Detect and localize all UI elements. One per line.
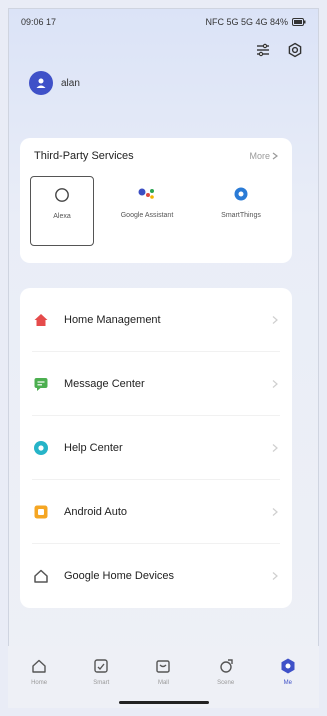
service-label: Alexa bbox=[53, 213, 71, 220]
services-title: Third-Party Services bbox=[34, 150, 134, 162]
menu-item-home-management[interactable]: Home Management bbox=[32, 288, 280, 352]
alexa-icon bbox=[52, 185, 72, 205]
mall-nav-icon bbox=[153, 656, 173, 676]
menu-card: Home Management Message Center Help Cent… bbox=[20, 288, 292, 608]
more-label: More bbox=[249, 151, 270, 161]
service-alexa[interactable]: Alexa bbox=[30, 176, 94, 246]
service-google-assistant[interactable]: Google Assistant bbox=[106, 176, 188, 246]
services-header: Third-Party Services More bbox=[30, 150, 282, 162]
status-time: 09:06 17 bbox=[21, 17, 57, 27]
status-indicators: NFC 5G 5G 4G 84% bbox=[205, 17, 306, 27]
menu-item-help-center[interactable]: Help Center bbox=[32, 416, 280, 480]
nav-item-scene[interactable]: Scene bbox=[201, 656, 251, 686]
smart-nav-icon bbox=[91, 656, 111, 676]
me-nav-icon bbox=[278, 656, 298, 676]
chevron-right-icon bbox=[272, 379, 278, 388]
menu-item-message-center[interactable]: Message Center bbox=[32, 352, 280, 416]
home-icon bbox=[32, 311, 50, 329]
status-bar: 09:06 17 NFC 5G 5G 4G 84% bbox=[9, 9, 318, 35]
nav-label: Scene bbox=[217, 680, 235, 686]
menu-item-android-auto[interactable]: Android Auto bbox=[32, 480, 280, 544]
scene-nav-icon bbox=[216, 656, 236, 676]
avatar[interactable] bbox=[29, 71, 53, 95]
nav-label: Smart bbox=[93, 680, 110, 686]
service-label: SmartThings bbox=[221, 212, 261, 219]
chevron-right-icon bbox=[272, 572, 278, 580]
google-assistant-icon bbox=[137, 184, 157, 204]
username: alan bbox=[61, 77, 80, 89]
user-profile-row[interactable]: alan bbox=[9, 65, 318, 101]
service-smartthings[interactable]: SmartThings bbox=[200, 176, 282, 246]
google-home-icon bbox=[32, 567, 50, 585]
chevron-right-icon bbox=[272, 315, 278, 324]
home-nav-icon bbox=[29, 656, 49, 676]
menu-label: Home Management bbox=[64, 313, 161, 326]
message-icon bbox=[32, 375, 50, 393]
bottom-navigation: Home Smart Mall Scene Me bbox=[8, 646, 319, 708]
more-link[interactable]: More bbox=[249, 151, 278, 161]
nav-item-smart[interactable]: Smart bbox=[76, 656, 126, 686]
chevron-right-icon bbox=[272, 152, 278, 160]
help-icon bbox=[32, 439, 50, 457]
nav-label: Me bbox=[283, 680, 293, 686]
chevron-right-icon bbox=[272, 443, 278, 452]
home-indicator[interactable] bbox=[118, 701, 209, 704]
scan-icon[interactable] bbox=[254, 41, 272, 59]
user-icon bbox=[36, 78, 46, 88]
android-auto-icon bbox=[32, 503, 50, 521]
menu-label: Android Auto bbox=[64, 505, 127, 518]
menu-label: Google Home Devices bbox=[64, 570, 175, 582]
menu-item-google-home-devices[interactable]: Google Home Devices bbox=[32, 544, 280, 608]
top-toolbar bbox=[9, 35, 318, 65]
status-indicator-text: NFC 5G 5G 4G 84% bbox=[205, 17, 288, 27]
nav-item-mall[interactable]: Mall bbox=[138, 656, 188, 686]
nav-item-home[interactable]: Home bbox=[14, 656, 64, 686]
nav-item-me[interactable]: Me bbox=[263, 656, 313, 686]
menu-label: Message Center bbox=[64, 377, 145, 390]
menu-label: Help Center bbox=[64, 441, 123, 454]
battery-icon bbox=[292, 18, 306, 26]
service-label: Google Assistant bbox=[120, 212, 174, 219]
settings-icon[interactable] bbox=[286, 41, 304, 59]
nav-label: Home bbox=[31, 680, 48, 686]
chevron-right-icon bbox=[272, 507, 278, 516]
nav-label: Mall bbox=[157, 680, 169, 686]
third-party-services-card: Third-Party Services More Alexa Google A… bbox=[20, 138, 292, 263]
smartthings-icon bbox=[231, 184, 251, 204]
services-grid: Alexa Google Assistant SmartThings bbox=[30, 176, 282, 246]
